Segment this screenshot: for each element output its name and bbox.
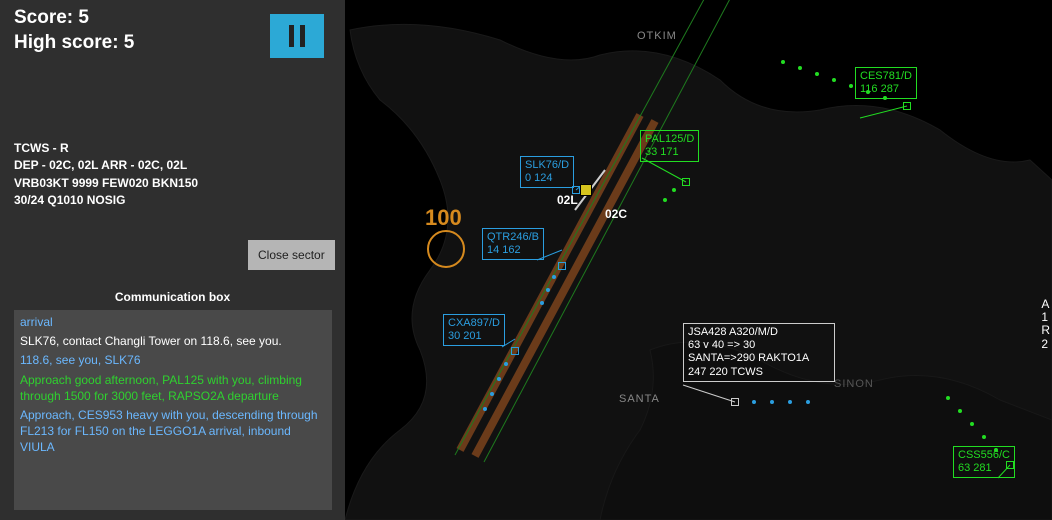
- sidebar-panel: Score: 5 High score: 5 TCWS - R DEP - 02…: [0, 0, 345, 520]
- datatag-slk76[interactable]: SLK76/D 0 124: [520, 156, 574, 188]
- comm-message: 118.6, see you, SLK76: [20, 352, 326, 368]
- score-display: Score: 5 High score: 5: [14, 6, 134, 55]
- tag-line: 247 220 TCWS: [688, 366, 830, 379]
- tag-line: CES781/D: [860, 70, 912, 83]
- trail-dot: [798, 66, 802, 70]
- edge-tag: A1R2: [1041, 298, 1050, 351]
- trail-dot: [752, 400, 756, 404]
- tag-line: CXA897/D: [448, 317, 500, 330]
- atis-line: DEP - 02C, 02L ARR - 02C, 02L: [14, 157, 198, 174]
- tag-line: SLK76/D: [525, 159, 569, 172]
- fix-sinon: SINON: [834, 378, 874, 390]
- highscore-line: High score: 5: [14, 31, 134, 56]
- trail-dot: [672, 188, 676, 192]
- fix-santa: SANTA: [619, 393, 660, 405]
- trail-dot: [770, 400, 774, 404]
- trail-dot: [490, 392, 494, 396]
- pause-button[interactable]: [270, 14, 324, 58]
- datatag-cxa897[interactable]: CXA897/D 30 201: [443, 314, 505, 346]
- trail-dot: [806, 400, 810, 404]
- range-circle: [427, 230, 465, 268]
- trail-dot: [497, 377, 501, 381]
- tag-line: 33 171: [645, 146, 694, 159]
- trail-dot: [982, 435, 986, 439]
- tag-line: 30 201: [448, 330, 500, 343]
- fix-otkim: OTKIM: [637, 30, 677, 42]
- tag-line: SANTA=>290 RAKTO1A: [688, 352, 830, 365]
- trail-dot: [788, 400, 792, 404]
- datatag-pal125[interactable]: PAL125/D 33 171: [640, 130, 699, 162]
- tag-line: JSA428 A320/M/D: [688, 326, 830, 339]
- trail-dot: [540, 301, 544, 305]
- datatag-ces781[interactable]: CES781/D 116 287: [855, 67, 917, 99]
- atis-line: VRB03KT 9999 FEW020 BKN150: [14, 175, 198, 192]
- target-pal125[interactable]: [682, 178, 690, 186]
- range-number: 100: [425, 205, 462, 231]
- close-sector-button[interactable]: Close sector: [248, 240, 335, 270]
- target-jsa428[interactable]: [731, 398, 739, 406]
- trail-dot: [546, 288, 550, 292]
- trail-dot: [781, 60, 785, 64]
- atis-block: TCWS - R DEP - 02C, 02L ARR - 02C, 02L V…: [14, 140, 198, 210]
- datatag-jsa428[interactable]: JSA428 A320/M/D 63 v 40 => 30 SANTA=>290…: [683, 323, 835, 382]
- trail-dot: [483, 407, 487, 411]
- atis-line: 30/24 Q1010 NOSIG: [14, 192, 198, 209]
- score-line: Score: 5: [14, 6, 134, 31]
- runway-02L: 02L: [557, 193, 578, 207]
- trail-dot: [815, 72, 819, 76]
- comm-message: SLK76, contact Changli Tower on 118.6, s…: [20, 333, 326, 349]
- trail-dot: [832, 78, 836, 82]
- tag-line: 14 162: [487, 244, 539, 257]
- comm-box-title: Communication box: [0, 290, 345, 304]
- target-ces781[interactable]: [903, 102, 911, 110]
- tag-line: 63 v 40 => 30: [688, 339, 830, 352]
- tag-line: QTR246/B: [487, 231, 539, 244]
- comm-message: arrival: [20, 314, 326, 330]
- runway-02C: 02C: [605, 207, 627, 221]
- communication-box[interactable]: arrival SLK76, contact Changli Tower on 1…: [14, 310, 332, 510]
- target-cxa897[interactable]: [511, 347, 519, 355]
- trail-dot: [849, 84, 853, 88]
- trail-dot: [958, 409, 962, 413]
- datatag-qtr246[interactable]: QTR246/B 14 162: [482, 228, 544, 260]
- tag-line: CSS556/C: [958, 449, 1010, 462]
- comm-message: Approach good afternoon, PAL125 with you…: [20, 372, 326, 404]
- target-qtr246[interactable]: [558, 262, 566, 270]
- trail-dot: [552, 275, 556, 279]
- atis-line: TCWS - R: [14, 140, 198, 157]
- tag-line: 63 281: [958, 462, 1010, 475]
- trail-dot: [504, 362, 508, 366]
- comm-message: Approach, CES953 heavy with you, descend…: [20, 407, 326, 456]
- datatag-css556[interactable]: CSS556/C 63 281: [953, 446, 1015, 478]
- runway-marker: [580, 184, 592, 196]
- tag-line: 0 124: [525, 172, 569, 185]
- trail-dot: [970, 422, 974, 426]
- trail-dot: [946, 396, 950, 400]
- tag-line: 116 287: [860, 83, 912, 96]
- tag-line: PAL125/D: [645, 133, 694, 146]
- trail-dot: [663, 198, 667, 202]
